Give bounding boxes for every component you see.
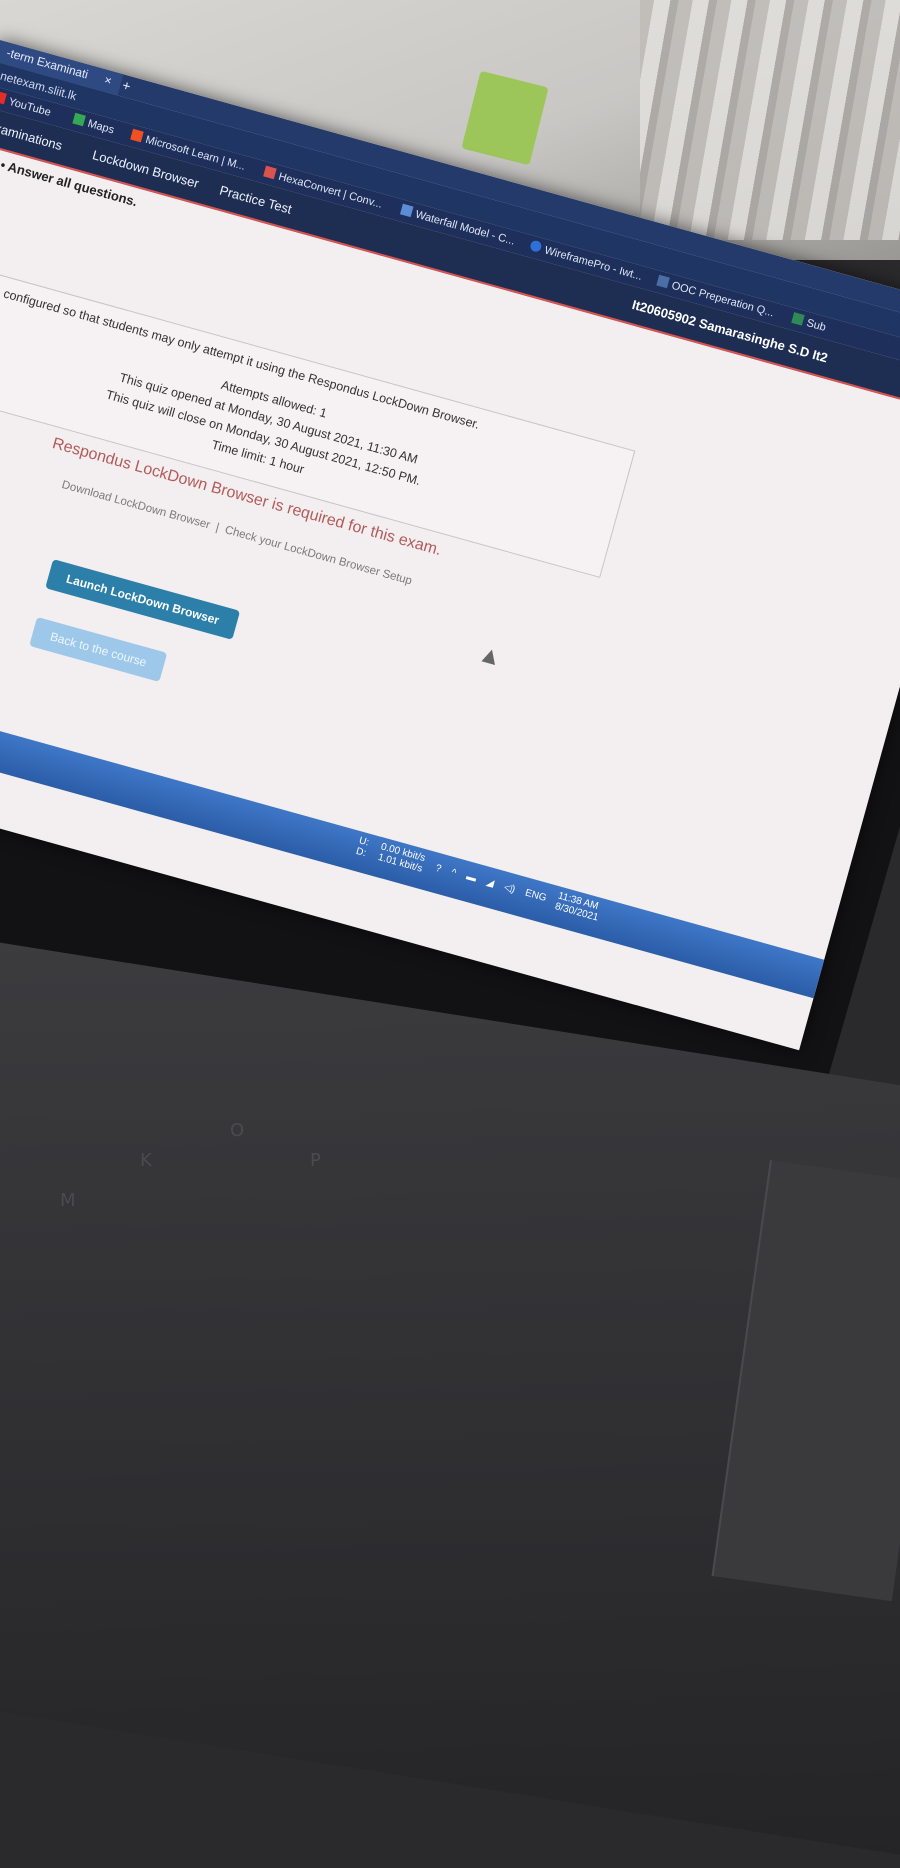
help-icon[interactable]: ? (434, 862, 442, 874)
keyboard-key-p: P (310, 1150, 321, 1171)
keyboard-key-o: O (230, 1120, 245, 1141)
speaker-icon[interactable]: ◁) (503, 881, 517, 895)
page-icon (399, 203, 414, 218)
clock[interactable]: 11:38 AM 8/30/2021 (554, 890, 603, 923)
microsoft-icon (130, 128, 144, 143)
battery-icon[interactable]: ▬ (465, 871, 478, 884)
wifi-icon[interactable]: ◢ (485, 876, 495, 889)
keyboard-key-m: M (60, 1190, 76, 1211)
language-indicator[interactable]: ENG (524, 887, 548, 903)
keyboard-key-k: K (140, 1150, 152, 1171)
document-icon (656, 274, 670, 289)
youtube-icon (0, 90, 7, 105)
close-tab-icon[interactable]: × (103, 73, 114, 88)
mouse-cursor-icon (481, 647, 499, 666)
link-separator: | (214, 521, 221, 535)
wireframepro-icon (529, 239, 543, 253)
drive-indicator: U: D: (354, 835, 371, 860)
maps-icon (72, 112, 86, 127)
network-speed-meter: 0.00 kbit/s 1.01 kbit/s (376, 841, 427, 875)
sheet-icon (791, 312, 805, 326)
back-to-course-button[interactable]: Back to the course (29, 616, 168, 683)
hexaconvert-icon (263, 165, 277, 180)
window-curtain (640, 0, 900, 240)
chevron-up-icon[interactable]: ^ (450, 867, 457, 879)
